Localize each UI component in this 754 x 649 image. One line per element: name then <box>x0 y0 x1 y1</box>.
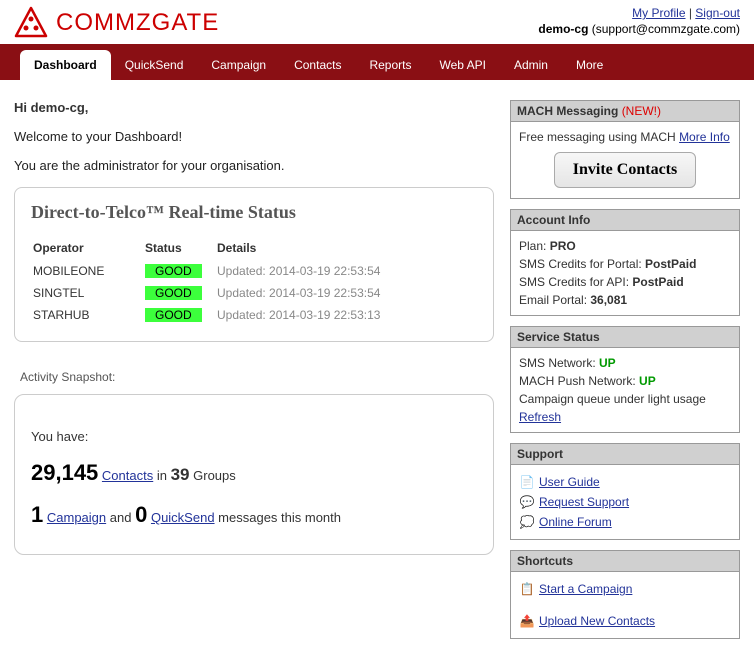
quicksend-count: 0 <box>135 502 147 527</box>
tab-webapi[interactable]: Web API <box>425 50 499 80</box>
main-navbar: Dashboard QuickSend Campaign Contacts Re… <box>0 44 754 80</box>
request-support-link[interactable]: Request Support <box>539 493 629 511</box>
tab-campaign[interactable]: Campaign <box>197 50 280 80</box>
plan-value: PRO <box>550 239 576 253</box>
forum-icon: 💭 <box>519 514 535 530</box>
header-email: (support@commzgate.com) <box>592 22 740 36</box>
pdf-icon: 📄 <box>519 474 535 490</box>
support-head: Support <box>511 444 739 465</box>
telco-title: Direct-to-Telco™ Real-time Status <box>31 202 477 223</box>
refresh-link[interactable]: Refresh <box>519 410 561 424</box>
my-profile-link[interactable]: My Profile <box>632 6 685 20</box>
mach-head: MACH Messaging <box>517 104 622 118</box>
portal-credits-value: PostPaid <box>645 257 696 271</box>
table-row: SINGTEL GOOD Updated: 2014-03-19 22:53:5… <box>33 283 475 303</box>
sign-out-link[interactable]: Sign-out <box>695 6 740 20</box>
shortcuts-head: Shortcuts <box>511 551 739 572</box>
account-info-box: Account Info Plan: PRO SMS Credits for P… <box>510 209 740 316</box>
service-status-box: Service Status SMS Network: UP MACH Push… <box>510 326 740 433</box>
invite-contacts-button[interactable]: Invite Contacts <box>554 152 696 188</box>
campaign-icon: 📋 <box>519 581 535 597</box>
mach-more-info-link[interactable]: More Info <box>679 130 730 144</box>
brand-text: COMMZGATE <box>56 9 219 37</box>
tab-dashboard[interactable]: Dashboard <box>20 50 111 80</box>
sms-network-status: UP <box>599 356 616 370</box>
groups-count: 39 <box>171 465 190 484</box>
col-operator: Operator <box>33 241 143 259</box>
greeting-admin: You are the administrator for your organ… <box>14 158 494 173</box>
upload-icon: 📤 <box>519 613 535 629</box>
greeting-welcome: Welcome to your Dashboard! <box>14 129 494 144</box>
telco-status-panel: Direct-to-Telco™ Real-time Status Operat… <box>14 187 494 342</box>
service-head: Service Status <box>511 327 739 348</box>
tab-more[interactable]: More <box>562 50 617 80</box>
col-details: Details <box>217 241 475 259</box>
table-row: MOBILEONE GOOD Updated: 2014-03-19 22:53… <box>33 261 475 281</box>
activity-snapshot-panel: You have: 29,145 Contacts in 39 Groups 1… <box>14 394 494 555</box>
new-badge: (NEW!) <box>622 104 661 118</box>
quicksend-link[interactable]: QuickSend <box>151 510 215 525</box>
account-head: Account Info <box>511 210 739 231</box>
header-username: demo-cg <box>538 22 588 36</box>
contacts-count: 29,145 <box>31 460 98 485</box>
mach-box: MACH Messaging (NEW!) Free messaging usi… <box>510 100 740 199</box>
shortcuts-box: Shortcuts 📋 Start a Campaign 📤 Upload Ne… <box>510 550 740 639</box>
you-have-text: You have: <box>31 429 477 444</box>
tab-contacts[interactable]: Contacts <box>280 50 355 80</box>
status-badge: GOOD <box>145 308 202 322</box>
user-guide-link[interactable]: User Guide <box>539 473 600 491</box>
activity-label: Activity Snapshot: <box>20 370 494 384</box>
start-campaign-link[interactable]: Start a Campaign <box>539 580 632 598</box>
logo: COMMZGATE <box>14 6 219 40</box>
tab-admin[interactable]: Admin <box>500 50 562 80</box>
table-row: STARHUB GOOD Updated: 2014-03-19 22:53:1… <box>33 305 475 325</box>
support-box: Support 📄 User Guide 💬 Request Support 💭… <box>510 443 740 540</box>
mach-network-status: UP <box>639 374 656 388</box>
greeting-hi: Hi demo-cg, <box>14 100 494 115</box>
contacts-link[interactable]: Contacts <box>102 468 153 483</box>
email-portal-value: 36,081 <box>590 293 627 307</box>
support-icon: 💬 <box>519 494 535 510</box>
campaign-count: 1 <box>31 502 43 527</box>
col-status: Status <box>145 241 215 259</box>
queue-status: Campaign queue under light usage <box>519 390 731 408</box>
campaign-link[interactable]: Campaign <box>47 510 106 525</box>
logo-icon <box>14 6 48 40</box>
tab-quicksend[interactable]: QuickSend <box>111 50 198 80</box>
tab-reports[interactable]: Reports <box>355 50 425 80</box>
status-badge: GOOD <box>145 264 202 278</box>
api-credits-value: PostPaid <box>632 275 683 289</box>
online-forum-link[interactable]: Online Forum <box>539 513 612 531</box>
status-badge: GOOD <box>145 286 202 300</box>
